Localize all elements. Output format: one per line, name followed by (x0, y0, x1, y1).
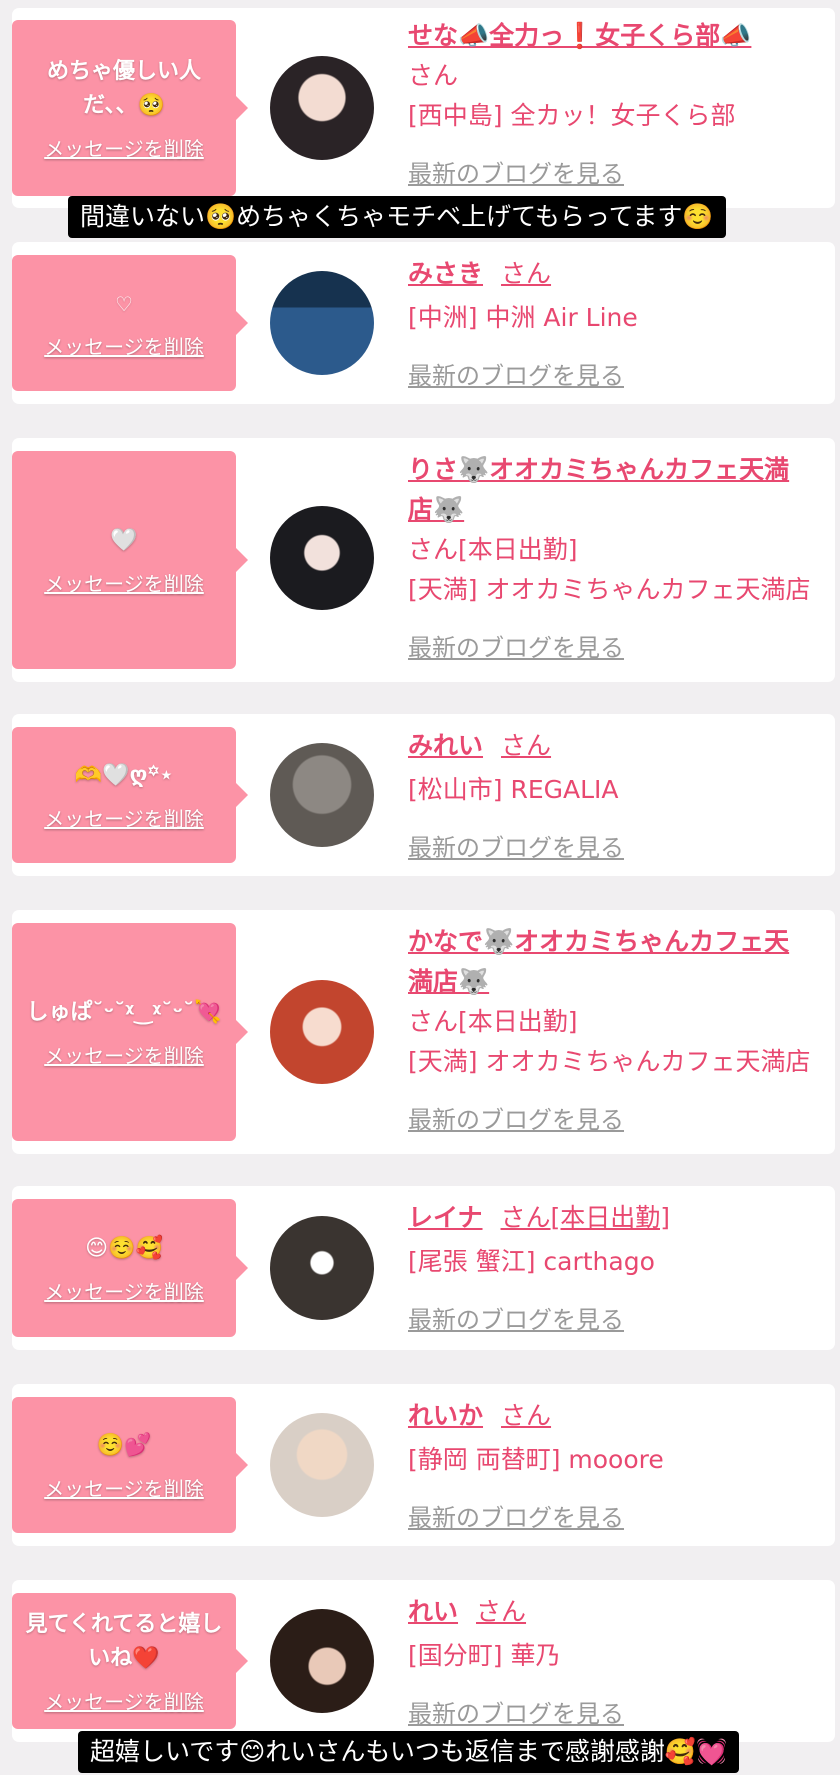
message-bubble: 🫶🤍ღ︎꙳⋆ メッセージを削除 (12, 727, 248, 863)
cast-name-link[interactable]: レイナ さん[本日出勤] (408, 1198, 813, 1238)
san-suffix: さん (476, 1597, 527, 1626)
message-text: ☺️💕 (96, 1432, 152, 1458)
shop-name: [天満] オオカミちゃんカフェ天満店 (408, 1047, 811, 1076)
shop-name: [松山市] REGALIA (408, 775, 619, 804)
cast-info: れい さん [国分町] 華乃 最新のブログを見る (408, 1592, 813, 1729)
message-text: 🫶🤍ღ︎꙳⋆ (74, 762, 174, 788)
message-bubble: ♡ メッセージを削除 (12, 255, 248, 391)
cast-info: れいか さん [静岡 両替町] mooore 最新のブログを見る (408, 1396, 813, 1533)
status-badge: [本日出勤] (458, 1007, 578, 1036)
message-text: ♡ (115, 291, 133, 316)
delete-message-link[interactable]: メッセージを削除 (44, 133, 204, 162)
san-suffix: さん (500, 1203, 551, 1232)
cast-info: レイナ さん[本日出勤] [尾張 蟹江] carthago 最新のブログを見る (408, 1198, 813, 1335)
san-suffix: さん (501, 731, 552, 760)
cast-info: せな📣全力っ❗️女子くら部📣 さん [西中島] 全カッ！女子くら部 最新のブログ… (408, 16, 813, 189)
cast-name-link[interactable]: れい さん (408, 1592, 813, 1632)
message-text: 🤍 (110, 527, 138, 553)
delete-message-link[interactable]: メッセージを削除 (44, 568, 204, 597)
shop-name: [中洲] 中洲 Air Line (408, 303, 638, 332)
cast-info: りさ🐺オオカミちゃんカフェ天満店🐺 さん[本日出勤] [天満] オオカミちゃんカ… (408, 450, 813, 663)
status-badge: [本日出勤] (550, 1203, 671, 1232)
latest-blog-link[interactable]: 最新のブログを見る (408, 1694, 813, 1729)
delete-message-link[interactable]: メッセージを削除 (44, 1040, 204, 1069)
avatar[interactable] (270, 743, 374, 847)
message-text: 見てくれてると嬉しいね❤️ (25, 1611, 223, 1671)
cast-name-link[interactable]: みさき さん (408, 254, 813, 294)
message-bubble: しゅぱ˘ᵕ˘ᵡ‿ᵡ˘ᵕ˘💘 メッセージを削除 (12, 923, 248, 1141)
shop-name: [静岡 両替町] mooore (408, 1445, 664, 1474)
latest-blog-link[interactable]: 最新のブログを見る (408, 1498, 813, 1533)
cast-name-link[interactable]: りさ🐺オオカミちゃんカフェ天満店🐺 (408, 450, 813, 530)
status-badge: [本日出勤] (458, 535, 578, 564)
latest-blog-link[interactable]: 最新のブログを見る (408, 828, 813, 863)
delete-message-link[interactable]: メッセージを削除 (44, 1686, 204, 1715)
delete-message-link[interactable]: メッセージを削除 (44, 331, 204, 360)
avatar[interactable] (270, 1413, 374, 1517)
message-bubble: めちゃ優しい人だ、、🥺 メッセージを削除 (12, 20, 248, 196)
cast-name-link[interactable]: かなで🐺オオカミちゃんカフェ天満店🐺 (408, 922, 813, 1002)
message-bubble: 😊☺️🥰 メッセージを削除 (12, 1199, 248, 1337)
message-bubble: ☺️💕 メッセージを削除 (12, 1397, 248, 1533)
cast-info: みさき さん [中洲] 中洲 Air Line 最新のブログを見る (408, 254, 813, 391)
san-suffix: さん (408, 535, 459, 564)
cast-info: みれい さん [松山市] REGALIA 最新のブログを見る (408, 726, 813, 863)
latest-blog-link[interactable]: 最新のブログを見る (408, 1300, 813, 1335)
avatar[interactable] (270, 506, 374, 610)
message-bubble: 🤍 メッセージを削除 (12, 451, 248, 669)
shop-name: [尾張 蟹江] carthago (408, 1247, 655, 1276)
latest-blog-link[interactable]: 最新のブログを見る (408, 628, 813, 663)
san-suffix: さん (501, 1401, 552, 1430)
avatar[interactable] (270, 1609, 374, 1713)
san-suffix: さん (501, 259, 552, 288)
avatar[interactable] (270, 1216, 374, 1320)
delete-message-link[interactable]: メッセージを削除 (44, 803, 204, 832)
san-suffix: さん (408, 1007, 459, 1036)
avatar[interactable] (270, 980, 374, 1084)
latest-blog-link[interactable]: 最新のブログを見る (408, 154, 813, 189)
message-bubble: 見てくれてると嬉しいね❤️ メッセージを削除 (12, 1593, 248, 1729)
cast-info: かなで🐺オオカミちゃんカフェ天満店🐺 さん[本日出勤] [天満] オオカミちゃん… (408, 922, 813, 1135)
cast-name-link[interactable]: みれい さん (408, 726, 813, 766)
latest-blog-link[interactable]: 最新のブログを見る (408, 356, 813, 391)
shop-name: [国分町] 華乃 (408, 1641, 561, 1670)
delete-message-link[interactable]: メッセージを削除 (44, 1473, 204, 1502)
avatar[interactable] (270, 271, 374, 375)
cast-name-link[interactable]: せな📣全力っ❗️女子くら部📣 (408, 16, 813, 56)
video-caption: 間違いない🥺めちゃくちゃモチベ上げてもらってます☺️ (68, 196, 726, 238)
cast-name-link[interactable]: れいか さん (408, 1396, 813, 1436)
shop-name: [西中島] 全カッ！女子くら部 (408, 101, 736, 130)
avatar[interactable] (270, 56, 374, 160)
video-caption: 超嬉しいです😊れいさんもいつも返信まで感謝感謝🥰💓 (78, 1731, 740, 1773)
san-suffix: さん (408, 61, 459, 90)
message-text: めちゃ優しい人だ、、🥺 (46, 58, 201, 118)
shop-name: [天満] オオカミちゃんカフェ天満店 (408, 575, 811, 604)
message-text: 😊☺️🥰 (85, 1235, 163, 1261)
latest-blog-link[interactable]: 最新のブログを見る (408, 1100, 813, 1135)
message-text: しゅぱ˘ᵕ˘ᵡ‿ᵡ˘ᵕ˘💘 (26, 999, 222, 1025)
delete-message-link[interactable]: メッセージを削除 (44, 1276, 204, 1305)
